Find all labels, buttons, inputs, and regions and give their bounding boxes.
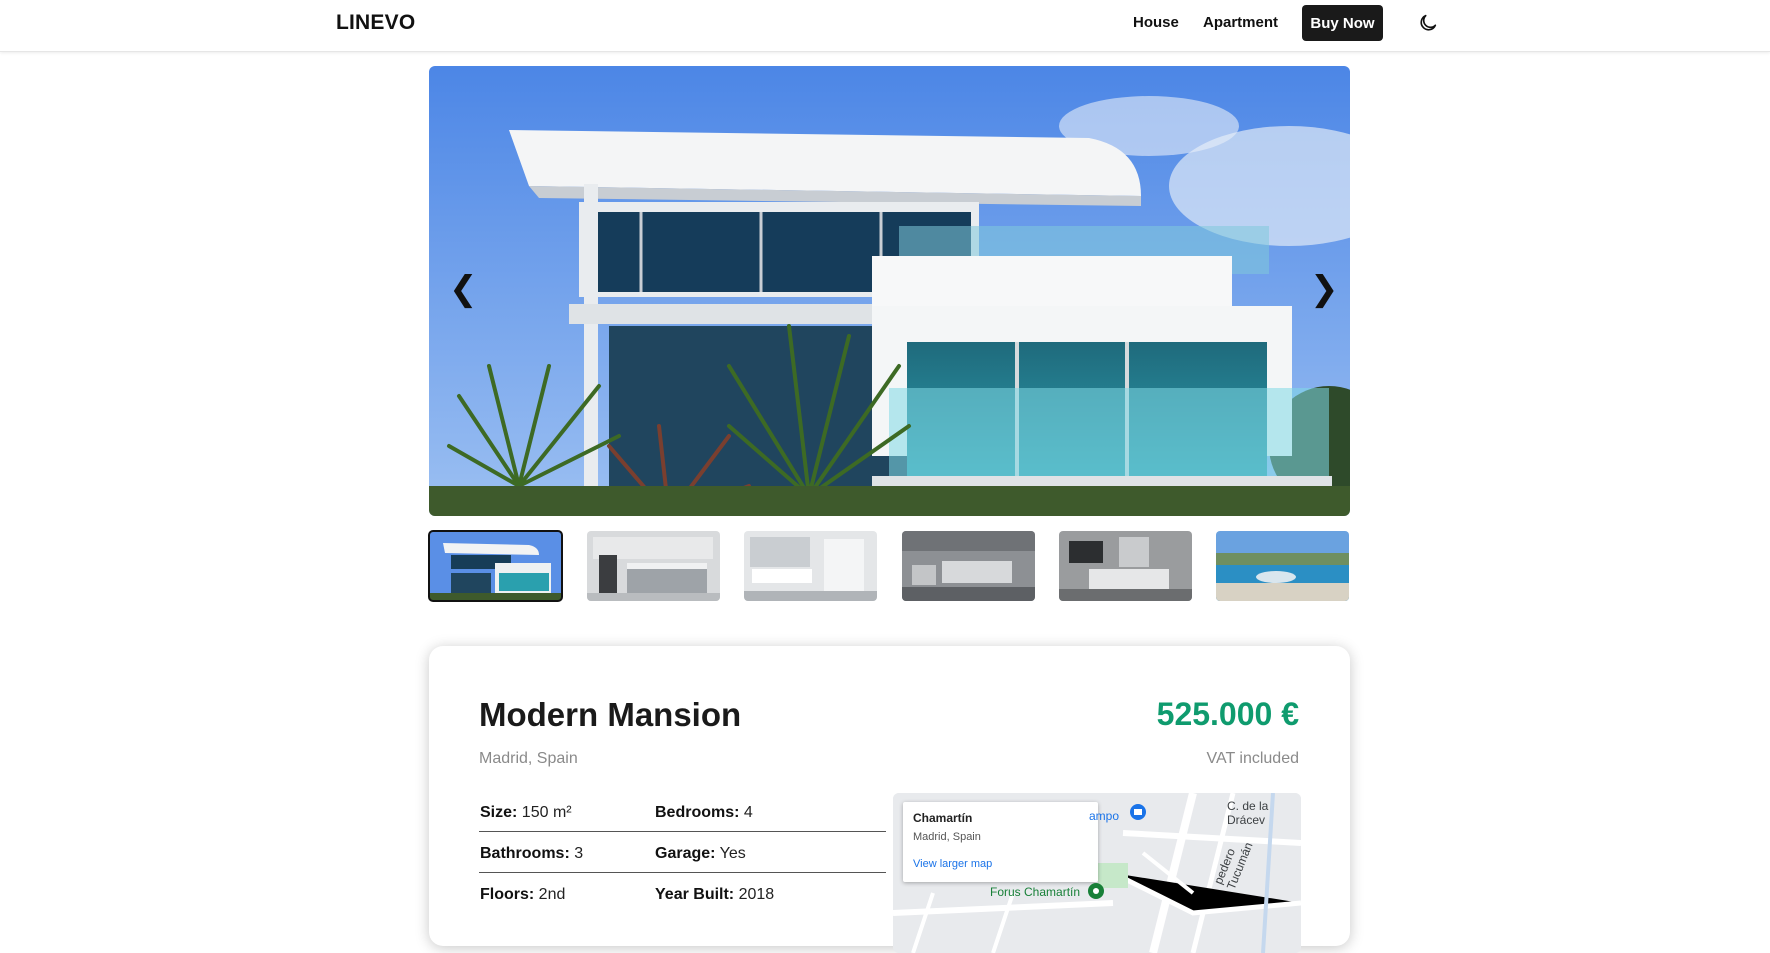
listing-card: Modern Mansion Madrid, Spain 525.000 € V… — [429, 646, 1350, 953]
thumbnail-1[interactable] — [428, 530, 563, 602]
thumbnail-3[interactable] — [744, 531, 877, 601]
spec-bedrooms: Bedrooms: 4 — [655, 804, 753, 821]
view-larger-map-link[interactable]: View larger map — [913, 858, 992, 870]
main-property-image — [429, 66, 1350, 516]
spec-row: Size: 150 m² Bedrooms: 4 — [479, 791, 886, 832]
map-pin-icon — [1088, 883, 1104, 899]
moon-icon[interactable] — [1417, 12, 1439, 34]
map-poi-partial: ampo — [1089, 809, 1120, 823]
brand-logo[interactable]: LINEVO — [336, 11, 415, 35]
listing-location: Madrid, Spain — [479, 750, 578, 767]
gallery-next-arrow[interactable]: ❯ — [1310, 272, 1339, 306]
listing-title: Modern Mansion — [479, 696, 742, 733]
map-place-name: Chamartín — [913, 811, 973, 825]
listing-price: 525.000 € — [1156, 696, 1299, 732]
thumbnail-5[interactable] — [1059, 531, 1192, 601]
vat-note: VAT included — [1206, 750, 1300, 767]
nav-apartment-link[interactable]: Apartment — [1203, 14, 1278, 31]
location-map[interactable]: Chamartín Madrid, Spain View larger map … — [893, 793, 1301, 953]
spec-table: Size: 150 m² Bedrooms: 4 Bathrooms: 3 Ga… — [479, 791, 886, 914]
spec-floors: Floors: 2nd — [480, 886, 566, 903]
map-info-card: Chamartín Madrid, Spain View larger map — [903, 802, 1098, 882]
nav-house-link[interactable]: House — [1133, 14, 1179, 31]
map-poi-label: Forus Chamartín — [990, 885, 1081, 899]
spec-bathrooms: Bathrooms: 3 — [480, 845, 584, 862]
buy-now-button[interactable]: Buy Now — [1302, 5, 1383, 41]
gallery-prev-arrow[interactable]: ❮ — [449, 272, 478, 306]
spec-garage: Garage: Yes — [655, 845, 746, 862]
spec-row: Bathrooms: 3 Garage: Yes — [479, 832, 886, 873]
spec-size: Size: 150 m² — [480, 804, 572, 821]
thumbnail-6[interactable] — [1216, 531, 1349, 601]
spec-year-built: Year Built: 2018 — [655, 886, 775, 903]
thumbnail-4[interactable] — [902, 531, 1035, 601]
shopping-pin-icon — [1130, 804, 1146, 820]
map-place-region: Madrid, Spain — [913, 831, 981, 843]
thumbnail-2[interactable] — [587, 531, 720, 601]
top-navbar: LINEVO House Apartment Buy Now — [0, 0, 1770, 52]
